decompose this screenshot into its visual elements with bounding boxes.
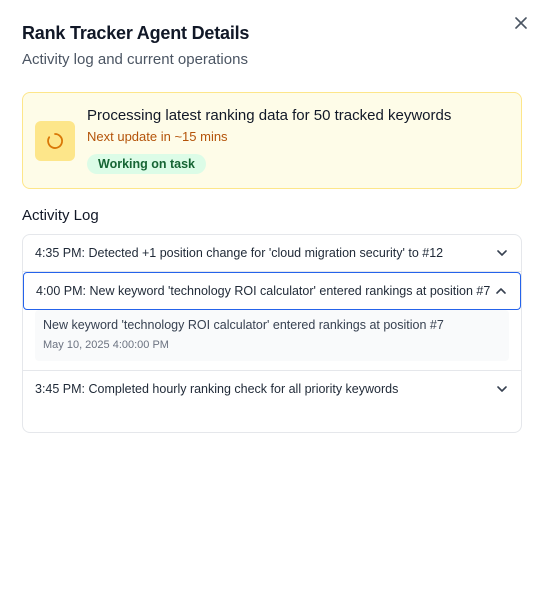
chevron-down-icon (497, 386, 507, 392)
dialog-title: Rank Tracker Agent Details (22, 23, 250, 43)
activity-log-item-toggle[interactable]: 4:00 PM: New keyword 'technology ROI cal… (23, 272, 521, 310)
status-badge: Working on task (87, 154, 207, 174)
agent-details-dialog: Rank Tracker Agent Details Activity log … (0, 0, 544, 599)
activity-log-item-title: 4:35 PM: Detected +1 position change for… (35, 246, 444, 260)
chevron-down-icon (497, 250, 507, 256)
dialog-subtitle: Activity log and current operations (22, 51, 248, 68)
activity-detail-box: New keyword 'technology ROI calculator' … (35, 310, 509, 361)
close-icon (515, 17, 527, 29)
operation-heading: Processing latest ranking data for 50 tr… (87, 107, 452, 124)
activity-log-item-title: 4:00 PM: New keyword 'technology ROI cal… (36, 284, 491, 298)
status-icon-container (35, 121, 75, 161)
activity-log-item: 3:45 PM: Completed hourly ranking check … (23, 371, 521, 407)
activity-log-item: 4:35 PM: Detected +1 position change for… (23, 235, 521, 272)
close-button[interactable] (512, 14, 530, 32)
next-update-text: Next update in ~15 mins (87, 129, 228, 144)
activity-log-item-details: New keyword 'technology ROI calculator' … (23, 310, 521, 370)
activity-detail-timestamp: May 10, 2025 4:00:00 PM (43, 339, 169, 351)
activity-log-title: Activity Log (22, 207, 99, 224)
activity-log-item-title: 3:45 PM: Completed hourly ranking check … (35, 382, 399, 396)
activity-log-item: 4:00 PM: New keyword 'technology ROI cal… (23, 272, 521, 371)
activity-log-item-toggle[interactable]: 3:45 PM: Completed hourly ranking check … (23, 371, 521, 407)
activity-detail-message: New keyword 'technology ROI calculator' … (43, 318, 444, 332)
current-operation-card: Processing latest ranking data for 50 tr… (22, 92, 522, 189)
activity-log-item-toggle[interactable]: 4:35 PM: Detected +1 position change for… (23, 235, 521, 271)
chevron-up-icon (496, 288, 506, 294)
spinner-icon (47, 133, 63, 149)
activity-log-list: 4:35 PM: Detected +1 position change for… (22, 234, 522, 433)
